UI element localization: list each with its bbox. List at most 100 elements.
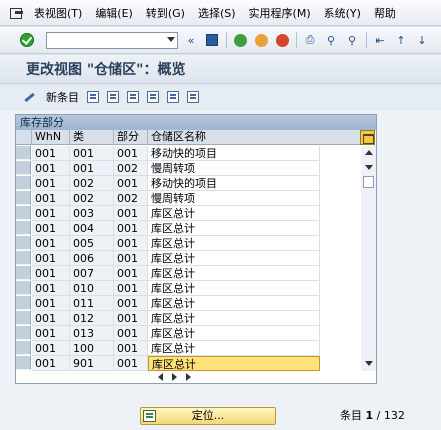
scroll-page-down-icon[interactable] [365,165,373,170]
row-selector[interactable] [16,221,31,235]
cell-name[interactable]: 慢周转项 [148,161,320,176]
row-selector[interactable] [16,266,31,280]
table-row[interactable]: 001 006 001 库区总计 [16,251,361,266]
col-header-whn[interactable]: WhN [32,130,70,145]
chevron-down-icon[interactable] [167,36,175,42]
cell-section: 001 [114,221,148,236]
table-row[interactable]: 001 901 001 库区总计 [16,356,361,371]
row-selector[interactable] [16,296,31,310]
select-all-cell[interactable] [16,130,32,145]
cell-section: 001 [114,341,148,356]
row-selector[interactable] [16,311,31,325]
table-row[interactable]: 001 012 001 库区总计 [16,311,361,326]
cell-type: 011 [70,296,114,311]
menu-icon[interactable] [10,6,24,20]
cell-name[interactable]: 库区总计 [148,206,320,221]
cell-section: 001 [114,251,148,266]
row-selector[interactable] [16,341,31,355]
col-header-type[interactable]: 类 [70,130,114,145]
menu-system[interactable]: 系统(Y) [324,5,361,21]
cell-section: 002 [114,191,148,206]
table-row[interactable]: 001 007 001 库区总计 [16,266,361,281]
find-next-icon[interactable]: ⚲ [344,32,360,48]
table-row[interactable]: 001 004 001 库区总计 [16,221,361,236]
cell-name[interactable]: 库区总计 [148,266,320,281]
table-row[interactable]: 001 100 001 库区总计 [16,341,361,356]
next-page-icon[interactable]: ↓ [414,32,430,48]
menu-goto[interactable]: 转到(G) [146,5,185,21]
command-field[interactable] [46,31,178,49]
copy-icon[interactable] [87,91,99,103]
row-selector[interactable] [16,356,31,370]
col-header-name[interactable]: 仓储区名称 [148,130,361,145]
cell-name[interactable]: 库区总计 [148,326,320,341]
new-entries-button[interactable]: 新条目 [46,89,79,105]
find-icon[interactable]: ⚲ [323,32,339,48]
undo-icon[interactable] [127,91,139,103]
entry-current: 1 [365,409,374,422]
cell-name[interactable]: 库区总计 [148,251,320,266]
menu-help[interactable]: 帮助 [374,5,396,21]
select-all-icon[interactable] [147,91,159,103]
double-left-icon[interactable]: « [183,32,199,48]
row-selector[interactable] [16,191,31,205]
position-button[interactable]: 定位... [140,407,276,425]
exit-icon[interactable] [253,32,269,48]
table-row[interactable]: 001 001 001 移动快的项目 [16,146,361,161]
prev-page-icon[interactable]: ↑ [393,32,409,48]
select-block-icon[interactable] [167,91,179,103]
scroll-thumb[interactable] [363,176,374,188]
scroll-end-icon[interactable] [186,373,191,381]
row-selector[interactable] [16,281,31,295]
table-row[interactable]: 001 011 001 库区总计 [16,296,361,311]
scroll-down-icon[interactable] [365,361,373,366]
row-selector[interactable] [16,326,31,340]
back-icon[interactable] [232,32,248,48]
cell-name[interactable]: 库区总计 [148,236,320,251]
col-header-section[interactable]: 部分 [114,130,148,145]
row-selector[interactable] [16,206,31,220]
cell-name[interactable]: 库区总计 [148,221,320,236]
row-selector[interactable] [16,161,31,175]
horizontal-scrollbar[interactable] [148,370,208,383]
cancel-icon[interactable] [274,32,290,48]
table-settings-icon[interactable] [360,130,375,145]
cell-name[interactable]: 库区总计 [148,281,320,296]
table-row[interactable]: 001 002 001 移动快的项目 [16,176,361,191]
cell-name[interactable]: 库区总计 [148,296,320,311]
table-row[interactable]: 001 002 002 慢周转项 [16,191,361,206]
cell-name[interactable]: 库区总计 [148,311,320,326]
ok-icon[interactable] [20,33,34,47]
save-icon[interactable] [204,32,220,48]
table-row[interactable]: 001 010 001 库区总计 [16,281,361,296]
row-selector[interactable] [16,251,31,265]
scroll-up-icon[interactable] [365,150,373,155]
table-row[interactable]: 001 005 001 库区总计 [16,236,361,251]
cell-name[interactable]: 库区总计 [148,356,320,371]
menu-table-view[interactable]: 表视图(T) [34,5,82,21]
scroll-right-icon[interactable] [172,373,177,381]
cell-type: 100 [70,341,114,356]
menu-edit[interactable]: 编辑(E) [95,5,133,21]
vertical-scrollbar[interactable] [361,146,376,371]
first-page-icon[interactable]: ⇤ [372,32,388,48]
table-row[interactable]: 001 003 001 库区总计 [16,206,361,221]
scroll-left-icon[interactable] [158,373,163,381]
menu-selection[interactable]: 选择(S) [198,5,236,21]
row-selector[interactable] [16,176,31,190]
row-selector[interactable] [16,146,31,160]
print-icon[interactable]: ⎙ [302,32,318,48]
table-row[interactable]: 001 001 002 慢周转项 [16,161,361,176]
menu-utilities[interactable]: 实用程序(M) [249,5,311,21]
cell-name[interactable]: 库区总计 [148,341,320,356]
row-selector[interactable] [16,236,31,250]
delete-icon[interactable] [107,91,119,103]
edit-pen-icon[interactable] [22,90,36,104]
deselect-all-icon[interactable] [187,91,199,103]
toolbar-divider [366,32,367,48]
cell-name[interactable]: 慢周转项 [148,191,320,206]
table-row[interactable]: 001 013 001 库区总计 [16,326,361,341]
cell-name[interactable]: 移动快的项目 [148,146,320,161]
cell-name[interactable]: 移动快的项目 [148,176,320,191]
cell-whn: 001 [32,206,70,221]
